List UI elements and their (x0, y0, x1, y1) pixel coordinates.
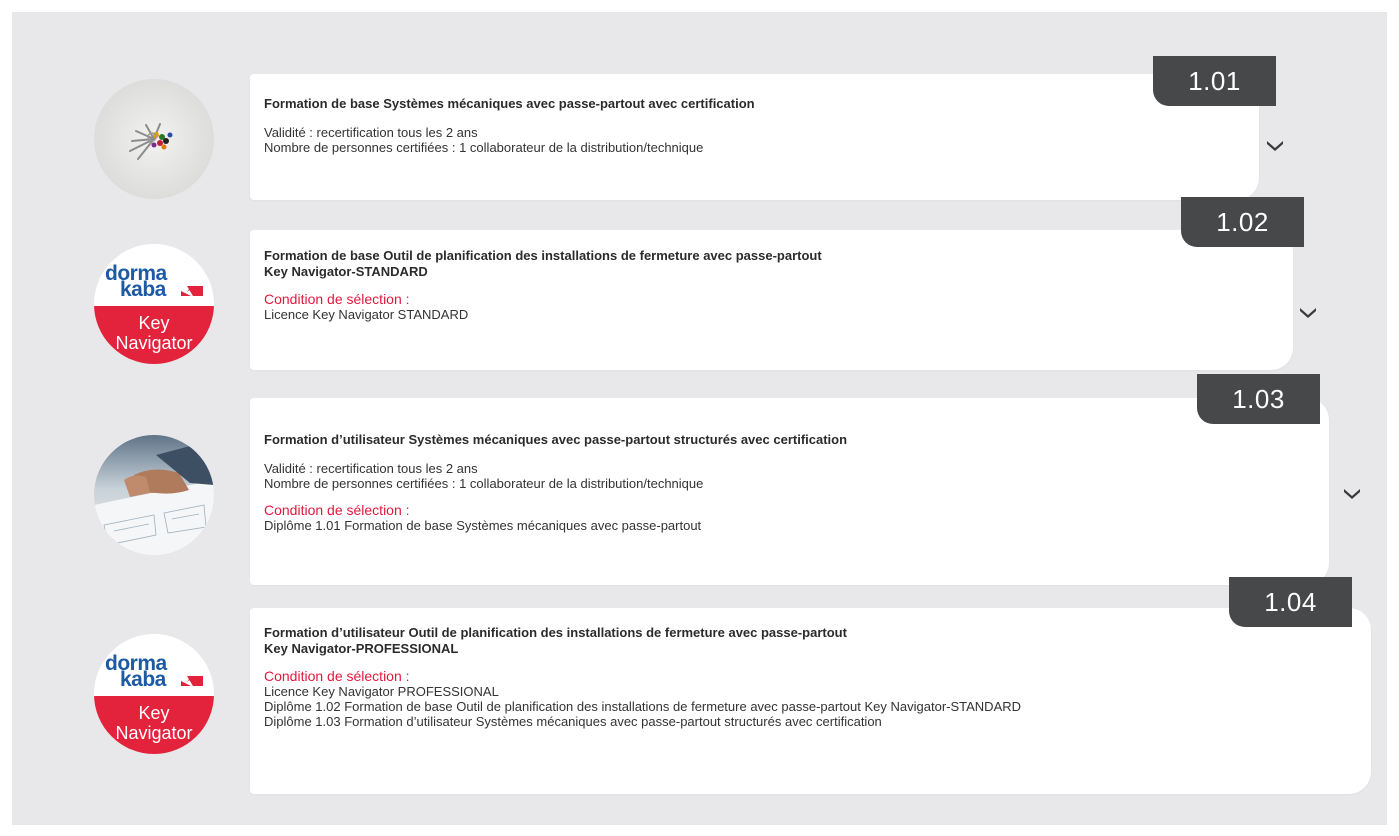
course-code-badge: 1.02 (1181, 197, 1304, 247)
certified-persons-text: Nombre de personnes certifiées : 1 colla… (264, 476, 704, 491)
card-content: Formation d’utilisateur Systèmes mécaniq… (264, 432, 847, 533)
training-card-1-01: Formation de base Systèmes mécaniques av… (250, 74, 1259, 200)
logo-navigator-text: Navigator (115, 333, 193, 353)
training-card-1-04: Formation d’utilisateur Outil de planifi… (250, 608, 1371, 794)
certified-persons-text: Nombre de personnes certifiées : 1 colla… (264, 140, 704, 155)
condition-item: Diplôme 1.01 Formation de base Systèmes … (264, 518, 702, 533)
chevron-down-icon[interactable] (1343, 486, 1361, 500)
selection-condition-label: Condition de sélection : (264, 668, 410, 684)
training-card-1-02: Formation de base Outil de planification… (250, 230, 1293, 370)
logo-key-text: Key (138, 313, 170, 333)
course-code-badge: 1.01 (1153, 56, 1276, 106)
keys-photo (94, 79, 214, 199)
card-title: Formation de base Systèmes mécaniques av… (264, 96, 755, 112)
card-title: Formation d’utilisateur Systèmes mécaniq… (264, 432, 847, 448)
course-code-badge: 1.03 (1197, 374, 1320, 424)
card-title-line: Formation de base Outil de planification… (264, 248, 822, 263)
chevron-down-icon[interactable] (1299, 305, 1317, 319)
card-title: Formation de base Outil de planification… (264, 248, 822, 280)
card-content: Formation de base Outil de planification… (264, 248, 822, 322)
condition-item: Diplôme 1.03 Formation d’utilisateur Sys… (264, 714, 882, 729)
course-code-badge: 1.04 (1229, 577, 1352, 627)
condition-item: Licence Key Navigator STANDARD (264, 307, 469, 322)
selection-condition-label: Condition de sélection : (264, 502, 410, 518)
logo-navigator-text: Navigator (115, 723, 193, 743)
validity-text: Validité : recertification tous les 2 an… (264, 125, 478, 140)
selection-condition-label: Condition de sélection : (264, 291, 410, 307)
card-content: Formation de base Systèmes mécaniques av… (264, 96, 755, 155)
dormakaba-key-navigator-logo: dorma kaba Key Navigator (94, 244, 214, 364)
logo-key-text: Key (138, 703, 170, 723)
card-title-line: Formation d’utilisateur Outil de planifi… (264, 625, 847, 640)
card-title-line: Formation d’utilisateur Systèmes mécaniq… (264, 432, 848, 447)
condition-item: Licence Key Navigator PROFESSIONAL (264, 684, 499, 699)
logo-word-kaba: kaba (120, 668, 166, 691)
training-card-1-03: Formation d’utilisateur Systèmes mécaniq… (250, 398, 1329, 585)
card-title: Formation d’utilisateur Outil de planifi… (264, 625, 1021, 657)
card-content: Formation d’utilisateur Outil de planifi… (264, 625, 1021, 729)
training-list-panel: Formation de base Systèmes mécaniques av… (12, 12, 1387, 825)
card-title-line: Key Navigator-STANDARD (264, 264, 428, 279)
card-title-line: Key Navigator-PROFESSIONAL (264, 641, 459, 656)
validity-text: Validité : recertification tous les 2 an… (264, 461, 478, 476)
condition-item: Diplôme 1.02 Formation de base Outil de … (264, 699, 1022, 714)
dormakaba-key-navigator-logo: dorma kaba Key Navigator (94, 634, 214, 754)
card-title-line: Formation de base Systèmes mécaniques av… (264, 96, 755, 111)
chevron-down-icon[interactable] (1266, 138, 1284, 152)
logo-word-kaba: kaba (120, 278, 166, 301)
blueprint-photo (94, 435, 214, 555)
